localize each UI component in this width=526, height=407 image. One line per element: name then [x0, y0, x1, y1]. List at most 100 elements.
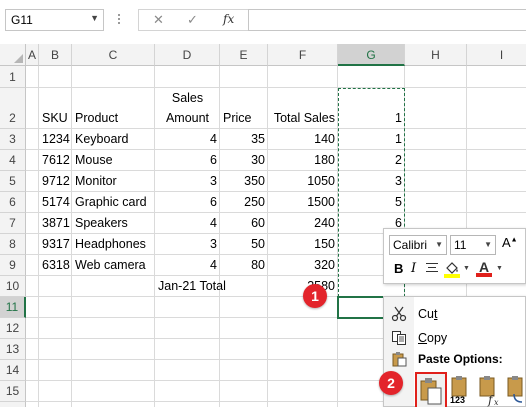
price-cell[interactable]: 80 — [220, 255, 268, 276]
column-header-d[interactable]: D — [155, 44, 220, 66]
sku-cell[interactable]: 3871 — [39, 213, 72, 234]
cell[interactable] — [26, 318, 39, 339]
header-price[interactable]: Price — [220, 88, 268, 129]
fill-color-button[interactable] — [443, 260, 461, 278]
amount-cell[interactable]: 4 — [155, 255, 220, 276]
cancel-icon[interactable]: ✕ — [153, 12, 164, 28]
sku-cell[interactable]: 6318 — [39, 255, 72, 276]
column-header-e[interactable]: E — [220, 44, 268, 66]
cell[interactable] — [220, 297, 268, 318]
row-header-5[interactable]: 5 — [0, 171, 26, 192]
cell[interactable] — [39, 318, 72, 339]
cell[interactable] — [72, 402, 155, 407]
cell[interactable] — [39, 66, 72, 88]
font-name-dropdown-icon[interactable]: ▼ — [435, 236, 443, 254]
total-sales-cell[interactable]: 240 — [268, 213, 338, 234]
header-total-sales[interactable]: Total Sales — [268, 88, 338, 129]
cell[interactable] — [220, 381, 268, 402]
cell[interactable] — [72, 360, 155, 381]
cell[interactable] — [39, 339, 72, 360]
total-label-cell[interactable]: Jan-21 Total — [155, 276, 275, 297]
price-cell[interactable]: 30 — [220, 150, 268, 171]
sku-cell[interactable]: 5174 — [39, 192, 72, 213]
amount-cell[interactable]: 6 — [155, 192, 220, 213]
amount-cell[interactable]: 4 — [155, 213, 220, 234]
font-name-box[interactable]: Calibri ▼ — [389, 235, 447, 255]
cell[interactable] — [72, 339, 155, 360]
cell[interactable] — [467, 150, 526, 171]
total-sales-cell[interactable]: 320 — [268, 255, 338, 276]
product-cell[interactable]: Speakers — [72, 213, 155, 234]
cell[interactable] — [467, 171, 526, 192]
product-cell[interactable]: Web camera — [72, 255, 155, 276]
cell[interactable] — [155, 66, 220, 88]
cell[interactable] — [26, 129, 39, 150]
cell[interactable] — [405, 88, 467, 129]
row-header-8[interactable]: 8 — [0, 234, 26, 255]
fill-color-dropdown-icon[interactable]: ▼ — [463, 265, 470, 272]
total-sales-cell[interactable]: 1500 — [268, 192, 338, 213]
product-cell[interactable]: Headphones — [72, 234, 155, 255]
total-sales-cell[interactable]: 150 — [268, 234, 338, 255]
cell[interactable] — [26, 339, 39, 360]
cell[interactable] — [155, 402, 220, 407]
cell[interactable] — [268, 339, 338, 360]
menu-item-copy[interactable]: Copy — [384, 327, 526, 349]
cell[interactable] — [26, 381, 39, 402]
column-header-i[interactable]: I — [467, 44, 526, 66]
row-header-14[interactable]: 14 — [0, 360, 26, 381]
total-sales-cell[interactable]: 180 — [268, 150, 338, 171]
cell[interactable] — [405, 150, 467, 171]
paste-transpose-button[interactable] — [504, 374, 526, 407]
cell[interactable] — [220, 66, 268, 88]
cell[interactable] — [268, 360, 338, 381]
column-header-c[interactable]: C — [72, 44, 155, 66]
enter-icon[interactable]: ✓ — [187, 12, 198, 28]
header-product[interactable]: Product — [72, 88, 155, 129]
cell[interactable] — [26, 402, 39, 407]
g-column-cell[interactable]: 2 — [338, 150, 405, 171]
cell[interactable] — [39, 276, 72, 297]
sku-cell[interactable]: 9317 — [39, 234, 72, 255]
header-sku[interactable]: SKU — [39, 88, 72, 129]
bold-button[interactable]: B — [394, 261, 403, 276]
cell[interactable] — [39, 402, 72, 407]
cell[interactable] — [26, 276, 39, 297]
cell[interactable] — [39, 360, 72, 381]
cell[interactable] — [405, 192, 467, 213]
row-header-13[interactable]: 13 — [0, 339, 26, 360]
price-cell[interactable]: 35 — [220, 129, 268, 150]
cell[interactable] — [26, 88, 39, 129]
product-cell[interactable]: Keyboard — [72, 129, 155, 150]
cell[interactable] — [268, 381, 338, 402]
price-cell[interactable]: 350 — [220, 171, 268, 192]
row-header-6[interactable]: 6 — [0, 192, 26, 213]
g-column-cell[interactable]: 3 — [338, 171, 405, 192]
row-header-2[interactable]: 2 — [0, 88, 26, 129]
cell[interactable] — [467, 129, 526, 150]
column-header-g[interactable]: G — [338, 44, 405, 66]
cell[interactable] — [26, 171, 39, 192]
cell[interactable] — [72, 297, 155, 318]
product-cell[interactable]: Monitor — [72, 171, 155, 192]
cell[interactable] — [220, 339, 268, 360]
column-header-h[interactable]: H — [405, 44, 467, 66]
cell[interactable] — [405, 66, 467, 88]
paste-formulas-button[interactable]: f x — [476, 374, 504, 407]
cell[interactable] — [39, 297, 72, 318]
row-header-11[interactable]: 11 — [0, 297, 26, 318]
amount-cell[interactable]: 4 — [155, 129, 220, 150]
cell[interactable] — [72, 66, 155, 88]
row-header-16[interactable]: 16 — [0, 402, 26, 407]
cell[interactable] — [26, 360, 39, 381]
column-header-f[interactable]: F — [268, 44, 338, 66]
cell-g2[interactable]: 1 — [338, 88, 405, 129]
amount-cell[interactable]: 3 — [155, 171, 220, 192]
cell[interactable] — [268, 318, 338, 339]
cell[interactable] — [155, 318, 220, 339]
center-align-icon[interactable] — [426, 263, 438, 275]
name-box[interactable]: G11 ▼ — [5, 9, 104, 31]
product-cell[interactable]: Graphic card — [72, 192, 155, 213]
cell[interactable] — [155, 297, 220, 318]
cell[interactable] — [467, 66, 526, 88]
